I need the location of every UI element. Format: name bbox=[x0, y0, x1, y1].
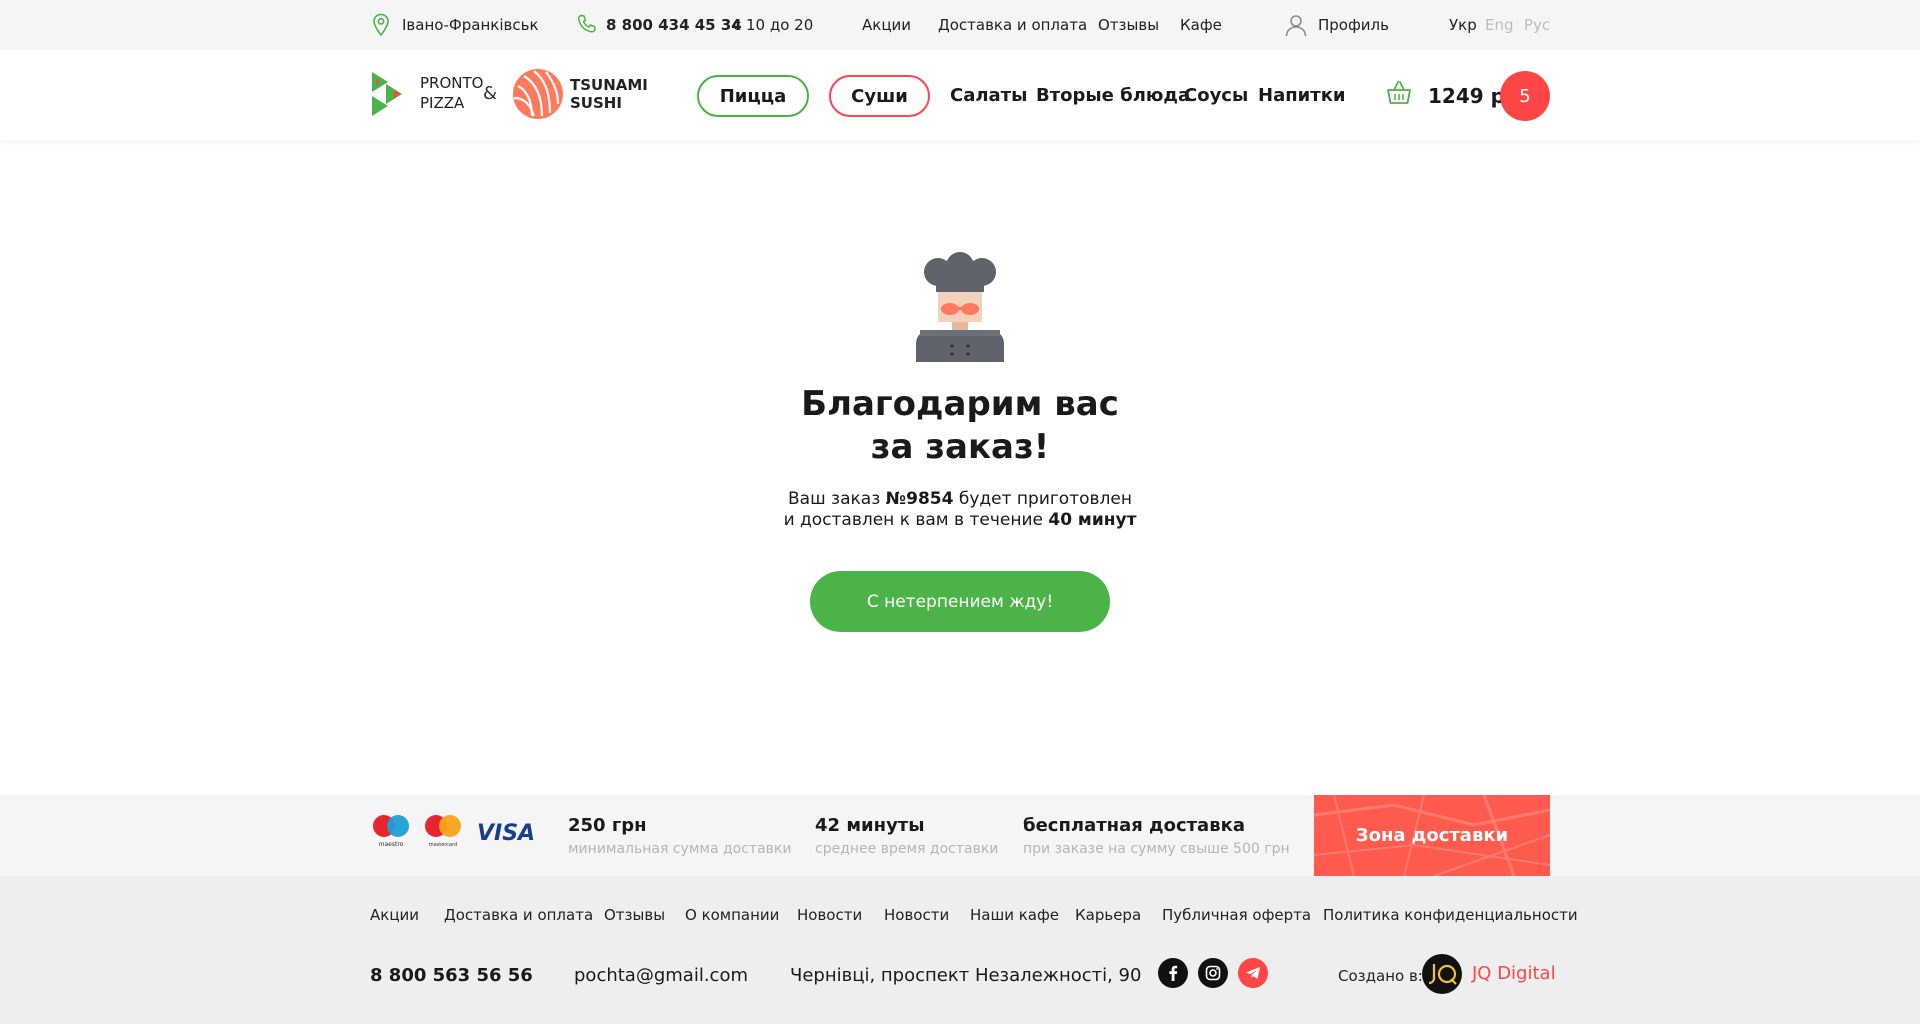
avg-time-label: среднее время доставки bbox=[815, 841, 999, 857]
thank-you-title: Благодарим вас за заказ! bbox=[760, 383, 1160, 469]
cart-count-badge[interactable]: 5 bbox=[1500, 71, 1550, 121]
page: Івано-Франківськ 8 800 434 45 34 с 10 до… bbox=[0, 0, 1920, 1024]
footer-link-careers[interactable]: Карьера bbox=[1075, 905, 1141, 925]
pronto-pizza-logo[interactable]: PRONTO PIZZA bbox=[370, 70, 484, 120]
pronto-logo-line2: PIZZA bbox=[420, 94, 465, 112]
lang-eng[interactable]: Eng bbox=[1485, 15, 1514, 35]
top-link-delivery[interactable]: Доставка и оплата bbox=[938, 15, 1087, 35]
top-bar: Івано-Франківськ 8 800 434 45 34 с 10 до… bbox=[0, 0, 1920, 50]
top-link-promotions[interactable]: Акции bbox=[862, 15, 911, 35]
footer-link-about[interactable]: О компании bbox=[685, 905, 779, 925]
footer-link-delivery[interactable]: Доставка и оплата bbox=[444, 905, 593, 925]
top-link-cafe[interactable]: Кафе bbox=[1180, 15, 1222, 35]
lang-rus[interactable]: Рус bbox=[1524, 15, 1550, 35]
nav-salads[interactable]: Салаты bbox=[950, 85, 1027, 107]
facebook-glyph-icon bbox=[1169, 965, 1178, 981]
pronto-logo-line1: PRONTO bbox=[420, 74, 484, 92]
city-selector[interactable]: Івано-Франківськ bbox=[402, 15, 539, 35]
svg-text:maestro: maestro bbox=[379, 841, 404, 848]
footer-link-privacy[interactable]: Политика конфиденциальности bbox=[1323, 905, 1578, 925]
svg-text:mastercard: mastercard bbox=[429, 842, 457, 848]
jq-digital-logo[interactable] bbox=[1422, 954, 1462, 994]
instagram-icon[interactable] bbox=[1198, 958, 1228, 988]
nav-drinks[interactable]: Напитки bbox=[1258, 85, 1346, 107]
order-number: №9854 bbox=[885, 489, 954, 509]
free-delivery-value: бесплатная доставка bbox=[1023, 815, 1245, 836]
min-order-value: 250 грн bbox=[568, 815, 647, 836]
phone-icon bbox=[577, 14, 596, 33]
location-pin-icon bbox=[373, 13, 389, 37]
desc-prefix: Ваш заказ bbox=[788, 489, 881, 509]
footer-link-our-cafes[interactable]: Наши кафе bbox=[970, 905, 1059, 925]
facebook-icon[interactable] bbox=[1158, 958, 1188, 988]
delivery-info-strip: maestro mastercard VISA 250 грн минималь… bbox=[0, 795, 1920, 876]
free-delivery-info: бесплатная доставка при заказе на сумму … bbox=[1023, 815, 1290, 859]
working-hours: с 10 до 20 bbox=[733, 16, 814, 34]
made-by-label: Создано в: bbox=[1338, 967, 1423, 985]
cart-total[interactable]: 1249 р bbox=[1428, 84, 1505, 108]
profile-link[interactable]: Профиль bbox=[1318, 15, 1389, 35]
nav-mains[interactable]: Вторые блюда bbox=[1036, 85, 1190, 107]
logo-ampersand: & bbox=[483, 83, 498, 104]
instagram-glyph-icon bbox=[1205, 965, 1221, 981]
salmon-roll-icon bbox=[513, 69, 563, 119]
visa-logo-icon: VISA bbox=[477, 821, 535, 843]
confirm-button[interactable]: С нетерпением жду! bbox=[810, 571, 1110, 632]
footer: Акции Доставка и оплата Отзывы О компани… bbox=[0, 876, 1920, 1024]
main-header: PRONTO PIZZA & TSUNAMI SUSHI Пицца Суши … bbox=[0, 50, 1920, 140]
footer-link-promotions[interactable]: Акции bbox=[370, 905, 419, 925]
title-line-1: Благодарим вас bbox=[801, 384, 1119, 424]
lang-ukr[interactable]: Укр bbox=[1449, 15, 1477, 35]
top-phone-number[interactable]: 8 800 434 45 34 bbox=[606, 15, 742, 35]
mastercard-logo-icon: mastercard bbox=[425, 815, 461, 848]
delivery-zone-button[interactable]: Зона доставки bbox=[1314, 795, 1550, 876]
nav-sushi-button[interactable]: Суши bbox=[829, 75, 930, 117]
delivery-eta: 40 минут bbox=[1048, 510, 1137, 530]
nav-pizza-button[interactable]: Пицца bbox=[697, 75, 809, 117]
made-by-name[interactable]: JQ Digital bbox=[1472, 963, 1556, 985]
order-description: Ваш заказ №9854 будет приготовлен и дост… bbox=[780, 489, 1140, 531]
avg-time-value: 42 минуты bbox=[815, 815, 925, 836]
top-link-reviews[interactable]: Отзывы bbox=[1098, 15, 1159, 35]
tsunami-sushi-logo[interactable]: TSUNAMI SUSHI bbox=[512, 68, 652, 122]
footer-link-public-offer[interactable]: Публичная оферта bbox=[1162, 905, 1311, 925]
min-order-label: минимальная сумма доставки bbox=[568, 841, 792, 857]
telegram-icon[interactable] bbox=[1238, 958, 1268, 988]
title-line-2: за заказ! bbox=[870, 427, 1050, 467]
user-icon bbox=[1285, 15, 1307, 37]
footer-email[interactable]: pochta@gmail.com bbox=[574, 965, 748, 987]
svg-text:VISA: VISA bbox=[477, 821, 535, 843]
footer-link-reviews[interactable]: Отзывы bbox=[604, 905, 665, 925]
telegram-glyph-icon bbox=[1246, 967, 1260, 979]
free-delivery-label: при заказе на сумму свыше 500 грн bbox=[1023, 841, 1290, 857]
tsunami-logo-line1: TSUNAMI bbox=[570, 76, 648, 94]
footer-link-news-2[interactable]: Новости bbox=[884, 905, 949, 925]
jq-logo-icon bbox=[1428, 964, 1457, 985]
delivery-zone-label: Зона доставки bbox=[1355, 825, 1509, 846]
basket-icon[interactable] bbox=[1385, 80, 1413, 106]
footer-address: Чернівці, проспект Незалежності, 90 bbox=[790, 965, 1142, 986]
footer-link-news[interactable]: Новости bbox=[797, 905, 862, 925]
chef-icon bbox=[916, 252, 1004, 362]
nav-sauces[interactable]: Соусы bbox=[1184, 85, 1248, 107]
tsunami-logo-line2: SUSHI bbox=[570, 94, 622, 112]
footer-phone[interactable]: 8 800 563 56 56 bbox=[370, 965, 533, 987]
maestro-logo-icon: maestro bbox=[373, 815, 409, 848]
pronto-logo-mark-icon bbox=[372, 72, 402, 116]
avg-time-info: 42 минуты среднее время доставки bbox=[815, 815, 998, 859]
min-order-info: 250 грн минимальная сумма доставки bbox=[568, 815, 791, 859]
